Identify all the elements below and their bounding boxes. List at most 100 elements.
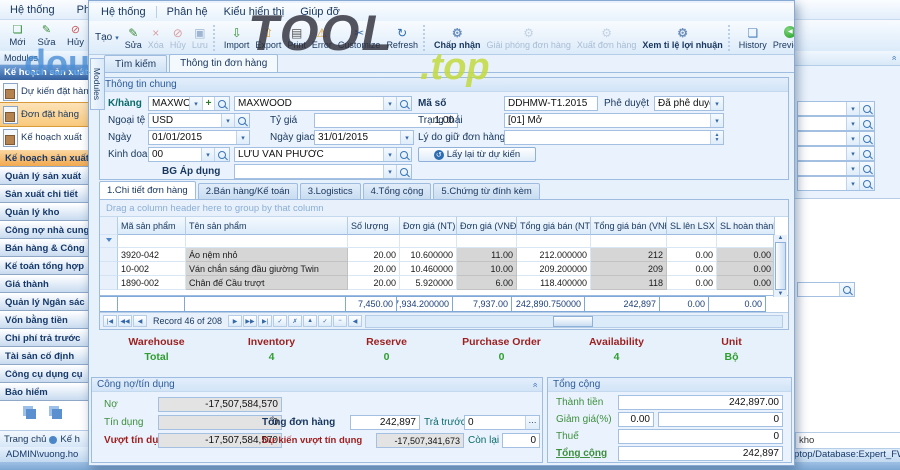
bg-cancel-button[interactable]: ⊘ Hủy — [63, 24, 88, 48]
filter-combo[interactable] — [797, 101, 875, 116]
prepaid-field[interactable]: 0 ⋯ — [464, 415, 540, 430]
menu-phan-he[interactable]: Phân hệ — [159, 6, 216, 18]
cancel-button[interactable]: ⊘ Hủy — [167, 23, 189, 53]
discount-field[interactable]: 0 — [658, 412, 783, 427]
dropdown-icon[interactable] — [236, 131, 249, 144]
price-list-combo[interactable] — [234, 164, 412, 179]
module-group-ngan-sach[interactable]: Quản lý Ngân sác — [0, 293, 88, 311]
tab-thong-tin-don-hang[interactable]: Thông tin đơn hàng — [169, 54, 278, 72]
filter-combo[interactable] — [797, 146, 875, 161]
profit-ratio-button[interactable]: ⚙ Xem tỉ lệ lợi nhuận — [639, 23, 725, 53]
filter-combo[interactable] — [797, 116, 875, 131]
search-icon[interactable] — [859, 102, 874, 115]
search-icon[interactable] — [859, 162, 874, 175]
nav-prev-button[interactable]: ◀ — [133, 315, 147, 327]
create-button[interactable]: Tạo ▾ — [92, 23, 122, 53]
hold-reason-spinner[interactable]: ▲▼ — [504, 130, 724, 145]
salesperson-combo[interactable]: LƯU VĂN PHƯỚC — [234, 147, 412, 162]
spinner-icons[interactable]: ▲▼ — [710, 131, 723, 144]
delete-button[interactable]: × Xóa — [145, 23, 167, 53]
amount-field[interactable]: 242,897.00 — [618, 395, 783, 410]
search-icon[interactable] — [859, 177, 874, 190]
column-header[interactable]: Đơn giá (NT) — [400, 217, 457, 235]
module-group-cong-cu-dung-cu[interactable]: Công cụ dụng cụ — [0, 365, 88, 383]
filter-combo[interactable] — [797, 131, 875, 146]
module-group-chi-phi-tra-truoc[interactable]: Chi phí trả trước — [0, 329, 88, 347]
dropdown-icon[interactable] — [400, 131, 413, 144]
dropdown-icon[interactable] — [383, 165, 396, 178]
discount-pct-field[interactable]: 0.00 — [618, 412, 654, 427]
module-group-ban-hang[interactable]: Bán hàng & Công — [0, 239, 88, 257]
filter-combo[interactable] — [797, 161, 875, 176]
grand-total-field[interactable]: 242,897 — [618, 446, 783, 461]
dropdown-icon[interactable] — [710, 114, 723, 127]
module-tab[interactable]: Kế h — [60, 434, 80, 445]
nav-delete-button[interactable]: − — [333, 315, 347, 327]
nav-commit-button[interactable]: ✓ — [318, 315, 332, 327]
filter-combo[interactable] — [797, 176, 875, 191]
nav-first-button[interactable]: |◀ — [103, 315, 117, 327]
tab-tong-cong[interactable]: 4.Tổng cộng — [363, 183, 432, 199]
column-header[interactable]: Đơn giá (VNĐ) — [457, 217, 517, 235]
tab-tim-kiem[interactable]: Tìm kiếm — [104, 55, 167, 72]
bg-new-button[interactable]: ❏ Mới — [5, 24, 30, 48]
search-icon[interactable] — [859, 147, 874, 160]
tab-chung-tu-dinh-kem[interactable]: 5.Chứng từ đính kèm — [433, 183, 539, 199]
cube-icon[interactable] — [52, 409, 62, 419]
group-by-panel[interactable]: Drag a column header here to group by th… — [100, 200, 788, 217]
menu-kieu-hien-thi[interactable]: Kiểu hiển thị — [216, 6, 293, 18]
date-picker[interactable]: 01/01/2015 — [148, 130, 250, 145]
release-order-button[interactable]: ⚙ Giải phóng đơn hàng — [483, 23, 573, 53]
nav-append-button[interactable]: ▲ — [303, 315, 317, 327]
module-group-quan-ly-kho[interactable]: Quản lý kho — [0, 203, 88, 221]
column-header[interactable]: Tổng giá bán (NT) — [517, 217, 591, 235]
column-header[interactable]: Tổng giá bán (VNĐ) — [591, 217, 667, 235]
search-icon[interactable] — [234, 114, 249, 127]
dropdown-icon[interactable] — [846, 177, 859, 190]
menu-he-thong[interactable]: Hệ thống — [93, 6, 154, 18]
module-group-ke-hoach-san-xuat[interactable]: Kế hoạch sản xuất — [0, 149, 88, 167]
sales-code-combo[interactable]: 00 — [148, 147, 230, 162]
remaining-field[interactable]: 0 — [502, 433, 540, 448]
customer-code-combo[interactable]: MAXWOOD + — [148, 96, 230, 111]
error-button[interactable]: ⚠ Error — [309, 23, 335, 53]
module-group-ke-toan[interactable]: Kế toán tổng hợp — [0, 257, 88, 275]
menu-giup-do[interactable]: Giúp đỡ — [292, 6, 348, 18]
horizontal-scrollbar[interactable] — [365, 315, 783, 328]
table-row[interactable]: 1890-002 Chân đế Cầu trượt 20.00 5.92000… — [100, 276, 788, 290]
search-icon[interactable] — [839, 283, 854, 296]
module-group-quan-ly-san-xuat[interactable]: Quản lý sản xuất — [0, 167, 88, 185]
dropdown-icon[interactable] — [383, 148, 396, 161]
ellipsis-button[interactable]: ⋯ — [525, 416, 539, 429]
customize-button[interactable]: ✂ Customize — [335, 23, 384, 53]
collapse-icon[interactable]: » — [529, 382, 539, 387]
nav-left-button[interactable]: ◀ — [348, 315, 362, 327]
currency-combo[interactable]: USD — [148, 113, 250, 128]
tab-logistics[interactable]: 3.Logistics — [300, 183, 361, 199]
export-button[interactable]: ⇧ Export — [252, 23, 284, 53]
nav-next-page-button[interactable]: ▶▶ — [243, 315, 257, 327]
dropdown-icon[interactable] — [383, 97, 396, 110]
refresh-button[interactable]: ↻ Refresh — [383, 23, 421, 53]
kho-selector[interactable]: kho ▪ — [795, 432, 900, 449]
module-group-bao-hiem[interactable]: Bảo hiểm — [0, 383, 88, 401]
tab-chi-tiet-don-hang[interactable]: 1.Chi tiết đơn hàng — [99, 181, 196, 199]
search-icon[interactable] — [859, 132, 874, 145]
module-group-san-xuat-chi-tiet[interactable]: Sản xuất chi tiết — [0, 185, 88, 203]
save-button[interactable]: ▣ Lưu — [189, 23, 211, 53]
table-row[interactable]: 10-002 Ván chắn sáng đầu giường Twin 20.… — [100, 262, 788, 276]
edit-button[interactable]: ✎ Sửa — [122, 23, 145, 53]
nav-last-button[interactable]: ▶| — [258, 315, 272, 327]
order-total-field[interactable]: 242,897 — [350, 415, 420, 430]
nav-cancel-button[interactable]: ✗ — [288, 315, 302, 327]
order-code-input[interactable]: DDHMW-T1.2015 — [504, 96, 598, 111]
export-order-button[interactable]: ⚙ Xuất đơn hàng — [574, 23, 639, 53]
debt-field[interactable]: -17,507,584,570 — [158, 397, 282, 412]
module-group-gia-thanh[interactable]: Giá thành — [0, 275, 88, 293]
scrollbar-thumb[interactable] — [775, 242, 786, 290]
status-combo[interactable]: [01] Mở — [504, 113, 724, 128]
delivery-date-picker[interactable]: 31/01/2015 — [314, 130, 414, 145]
column-header[interactable]: SL hoàn thành — [717, 217, 775, 235]
bg-menu-he-thong[interactable]: Hệ thống — [10, 4, 55, 16]
dropdown-icon[interactable] — [201, 148, 214, 161]
